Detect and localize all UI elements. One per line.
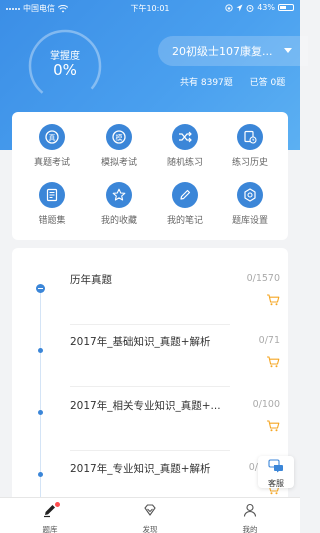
function-menu-card: 真 真题考试 模 模拟考试 随机练习 练习历史 错题集 我的收藏 我的笔记 题库… [12, 112, 288, 240]
shuffle-icon [172, 124, 198, 150]
menu-label: 练习历史 [231, 158, 268, 168]
history-icon [237, 124, 263, 150]
menu-item-real-exam[interactable]: 真 真题考试 [22, 124, 82, 168]
list-item[interactable]: 2017年_基础知识_真题+解析 0/71 [70, 334, 280, 390]
list-item-title: 2017年_基础知识_真题+解析 [70, 336, 211, 348]
menu-item-notes[interactable]: 我的笔记 [155, 182, 215, 226]
total-questions: 共有 8397题 [180, 78, 233, 88]
menu-item-practice-history[interactable]: 练习历史 [220, 124, 280, 168]
tab-discover[interactable]: 发现 [120, 502, 180, 533]
question-stats: 共有 8397题 已答 0题 [180, 75, 285, 88]
battery-percent: 43% [257, 3, 275, 12]
menu-item-bank-settings[interactable]: 题库设置 [220, 182, 280, 226]
wrong-book-icon [39, 182, 65, 208]
menu-item-wrong-book[interactable]: 错题集 [22, 182, 82, 226]
menu-label: 题库设置 [231, 216, 268, 226]
bottom-tab-bar: 题库 发现 我的 [0, 497, 300, 533]
customer-service-button[interactable]: 客服 [258, 456, 294, 488]
menu-item-favorites[interactable]: 我的收藏 [89, 182, 149, 226]
list-item[interactable]: 历年真题 0/1570 [70, 272, 280, 328]
svg-text:模: 模 [116, 133, 123, 142]
question-bank-name: 20初级士107康复... [172, 45, 273, 58]
notification-dot [55, 502, 60, 507]
customer-service-label: 客服 [268, 479, 284, 488]
tab-label: 发现 [142, 525, 158, 533]
collapse-icon[interactable] [36, 284, 45, 293]
list-item-count: 0/1570 [246, 273, 280, 284]
timeline-dot [38, 410, 43, 415]
timeline-dot [38, 348, 43, 353]
cart-icon[interactable] [266, 294, 280, 306]
mastery-label: 掌握度 [50, 51, 80, 62]
divider [70, 386, 230, 387]
menu-label: 我的收藏 [100, 216, 137, 226]
battery-icon [278, 4, 294, 11]
star-icon [106, 182, 132, 208]
list-item-title: 2017年_相关专业知识_真题+... [70, 400, 221, 412]
tab-label: 我的 [242, 525, 258, 533]
user-icon [243, 503, 257, 517]
svg-text:真: 真 [49, 133, 56, 142]
chat-icon [268, 459, 283, 473]
location-icon [236, 4, 243, 11]
menu-label: 错题集 [38, 216, 66, 226]
list-item[interactable]: 2017年_相关专业知识_真题+... 0/100 [70, 398, 280, 454]
lock-rotation-icon [225, 3, 233, 12]
pencil-icon [172, 182, 198, 208]
cart-icon[interactable] [266, 420, 280, 432]
menu-label: 模拟考试 [100, 158, 137, 168]
exam-icon: 真 [39, 124, 65, 150]
divider [70, 324, 230, 325]
mastery-value: 0% [53, 61, 77, 79]
cart-icon[interactable] [266, 356, 280, 368]
question-bank-selector[interactable]: 20初级士107康复... [158, 36, 308, 66]
menu-label: 我的笔记 [166, 216, 203, 226]
menu-item-mock-exam[interactable]: 模 模拟考试 [89, 124, 149, 168]
timeline-dot [38, 472, 43, 477]
status-bar: 中国电信 下午10:01 43% [0, 0, 300, 18]
menu-label: 真题考试 [33, 158, 70, 168]
answered-questions: 已答 0题 [249, 78, 286, 88]
diamond-icon [144, 504, 156, 516]
divider [70, 450, 230, 451]
mock-exam-icon: 模 [106, 124, 132, 150]
list-item-title: 历年真题 [70, 274, 112, 286]
tab-label: 题库 [42, 525, 58, 533]
menu-item-random-practice[interactable]: 随机练习 [155, 124, 215, 168]
list-item-title: 2017年_专业知识_真题+解析 [70, 463, 211, 475]
alarm-icon [246, 4, 254, 12]
tab-profile[interactable]: 我的 [220, 502, 280, 533]
list-item-count: 0/71 [258, 335, 280, 346]
settings-icon [237, 182, 263, 208]
question-list-card: 历年真题 0/1570 2017年_基础知识_真题+解析 0/71 2017年_… [12, 248, 288, 508]
tab-question-bank[interactable]: 题库 [20, 502, 80, 533]
menu-label: 随机练习 [166, 158, 203, 168]
caret-down-icon [284, 48, 292, 53]
list-item-count: 0/100 [252, 399, 280, 410]
